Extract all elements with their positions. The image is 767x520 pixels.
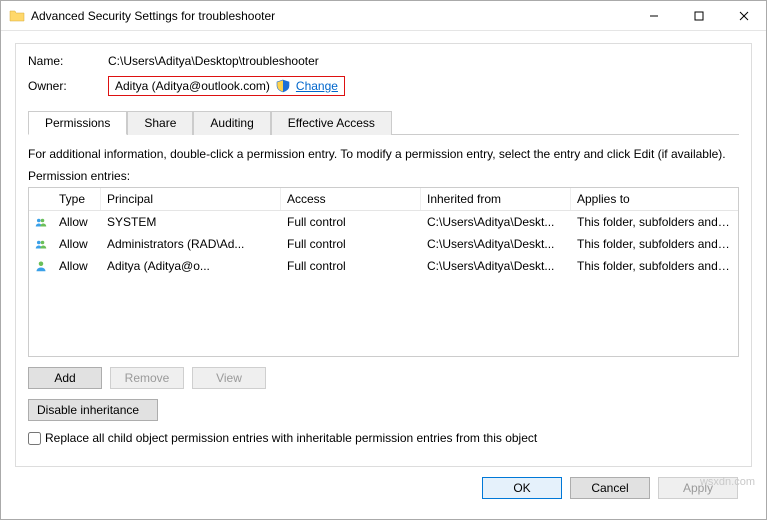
titlebar: Advanced Security Settings for troublesh… — [1, 1, 766, 31]
cell-access: Full control — [281, 214, 421, 230]
main-panel: Name: C:\Users\Aditya\Desktop\troublesho… — [15, 43, 752, 467]
grid-header: Type Principal Access Inherited from App… — [29, 188, 738, 211]
cell-principal: Aditya (Aditya@o... — [101, 258, 281, 274]
view-button[interactable]: View — [192, 367, 266, 389]
ok-button[interactable]: OK — [482, 477, 562, 499]
name-row: Name: C:\Users\Aditya\Desktop\troublesho… — [28, 54, 739, 68]
cell-type: Allow — [53, 258, 101, 274]
owner-row: Owner: Aditya (Aditya@outlook.com) Chang… — [28, 76, 739, 96]
dialog-footer: OK Cancel Apply — [15, 467, 752, 509]
folder-icon — [9, 8, 25, 24]
shield-icon — [276, 79, 290, 93]
col-applies[interactable]: Applies to — [571, 188, 738, 210]
table-row[interactable]: AllowSYSTEMFull controlC:\Users\Aditya\D… — [29, 211, 738, 233]
tab-permissions[interactable]: Permissions — [28, 111, 127, 135]
col-icon[interactable] — [29, 188, 53, 210]
cancel-button[interactable]: Cancel — [570, 477, 650, 499]
cell-applies: This folder, subfolders and files — [571, 258, 738, 274]
cell-type: Allow — [53, 236, 101, 252]
maximize-button[interactable] — [676, 1, 721, 30]
replace-checkbox[interactable] — [28, 432, 41, 445]
tab-share[interactable]: Share — [127, 111, 193, 135]
principal-icon — [29, 257, 53, 275]
window: Advanced Security Settings for troublesh… — [0, 0, 767, 520]
apply-button[interactable]: Apply — [658, 477, 738, 499]
grid-buttons: Add Remove View — [28, 367, 739, 389]
close-button[interactable] — [721, 1, 766, 30]
disable-inheritance-button[interactable]: Disable inheritance — [28, 399, 158, 421]
col-type[interactable]: Type — [53, 188, 101, 210]
window-buttons — [631, 1, 766, 30]
cell-applies: This folder, subfolders and files — [571, 214, 738, 230]
name-label: Name: — [28, 54, 108, 68]
replace-checkbox-label: Replace all child object permission entr… — [45, 431, 537, 445]
permission-grid[interactable]: Type Principal Access Inherited from App… — [28, 187, 739, 357]
grid-body: AllowSYSTEMFull controlC:\Users\Aditya\D… — [29, 211, 738, 277]
replace-checkbox-row: Replace all child object permission entr… — [28, 431, 739, 445]
cell-access: Full control — [281, 236, 421, 252]
col-inherited[interactable]: Inherited from — [421, 188, 571, 210]
tabs: Permissions Share Auditing Effective Acc… — [28, 110, 739, 134]
cell-applies: This folder, subfolders and files — [571, 236, 738, 252]
tab-effective-access[interactable]: Effective Access — [271, 111, 392, 135]
table-row[interactable]: AllowAditya (Aditya@o...Full controlC:\U… — [29, 255, 738, 277]
cell-inherited: C:\Users\Aditya\Deskt... — [421, 236, 571, 252]
cell-inherited: C:\Users\Aditya\Deskt... — [421, 258, 571, 274]
name-value: C:\Users\Aditya\Desktop\troubleshooter — [108, 54, 319, 68]
owner-value: Aditya (Aditya@outlook.com) — [115, 79, 270, 93]
table-row[interactable]: AllowAdministrators (RAD\Ad...Full contr… — [29, 233, 738, 255]
remove-button[interactable]: Remove — [110, 367, 184, 389]
add-button[interactable]: Add — [28, 367, 102, 389]
info-text: For additional information, double-click… — [28, 147, 739, 161]
cell-principal: Administrators (RAD\Ad... — [101, 236, 281, 252]
cell-type: Allow — [53, 214, 101, 230]
principal-icon — [29, 235, 53, 253]
tab-auditing[interactable]: Auditing — [193, 111, 270, 135]
minimize-button[interactable] — [631, 1, 676, 30]
change-owner-link[interactable]: Change — [296, 79, 338, 93]
entries-label: Permission entries: — [28, 169, 739, 183]
owner-box: Aditya (Aditya@outlook.com) Change — [108, 76, 345, 96]
principal-icon — [29, 213, 53, 231]
cell-principal: SYSTEM — [101, 214, 281, 230]
owner-label: Owner: — [28, 79, 108, 93]
cell-access: Full control — [281, 258, 421, 274]
window-title: Advanced Security Settings for troublesh… — [31, 9, 631, 23]
col-principal[interactable]: Principal — [101, 188, 281, 210]
col-access[interactable]: Access — [281, 188, 421, 210]
content-area: Name: C:\Users\Aditya\Desktop\troublesho… — [1, 31, 766, 519]
cell-inherited: C:\Users\Aditya\Deskt... — [421, 214, 571, 230]
